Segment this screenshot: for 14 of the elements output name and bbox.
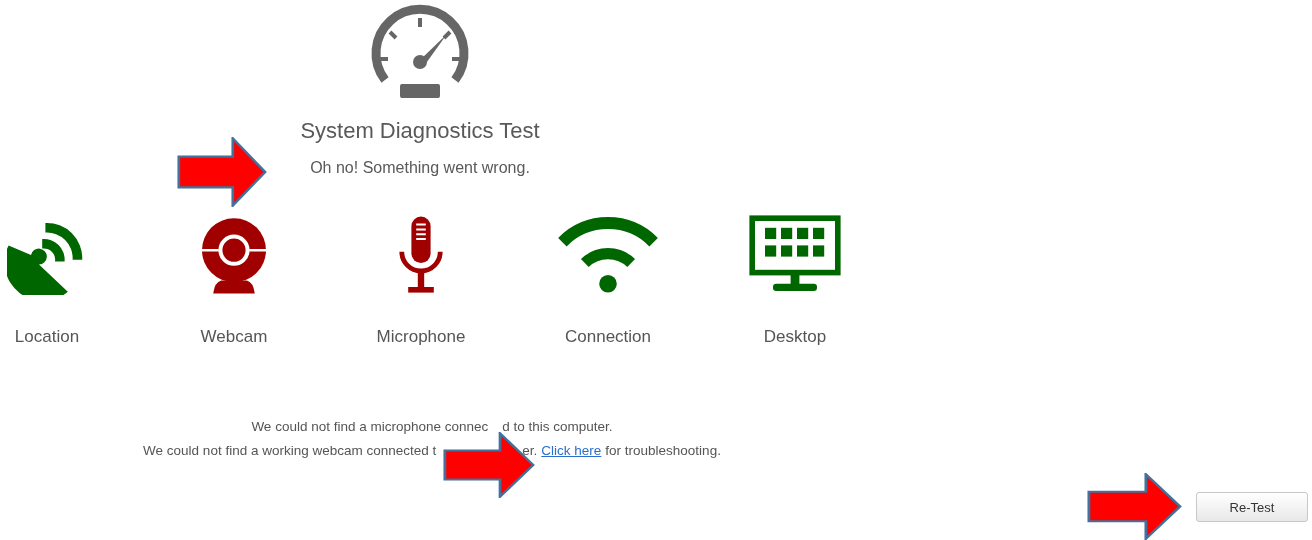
- status-label: Microphone: [376, 327, 466, 347]
- status-label: Location: [14, 327, 80, 347]
- message-text: d to this computer.: [502, 419, 613, 434]
- status-label: Connection: [565, 327, 651, 347]
- page-title: System Diagnostics Test: [300, 118, 540, 144]
- status-label: Desktop: [763, 327, 827, 347]
- error-message: Oh no! Something went wrong.: [310, 159, 530, 177]
- status-label: Webcam: [200, 327, 268, 347]
- retest-button[interactable]: Re-Test: [1196, 492, 1308, 522]
- message-text: We could not find a working webcam connected t: [143, 443, 437, 458]
- message-text: We could not find a microphone connec: [251, 419, 489, 434]
- message-text: er.: [522, 443, 538, 458]
- message-text: for troubleshooting.: [605, 443, 721, 458]
- troubleshooting-link[interactable]: Click here: [541, 443, 602, 458]
